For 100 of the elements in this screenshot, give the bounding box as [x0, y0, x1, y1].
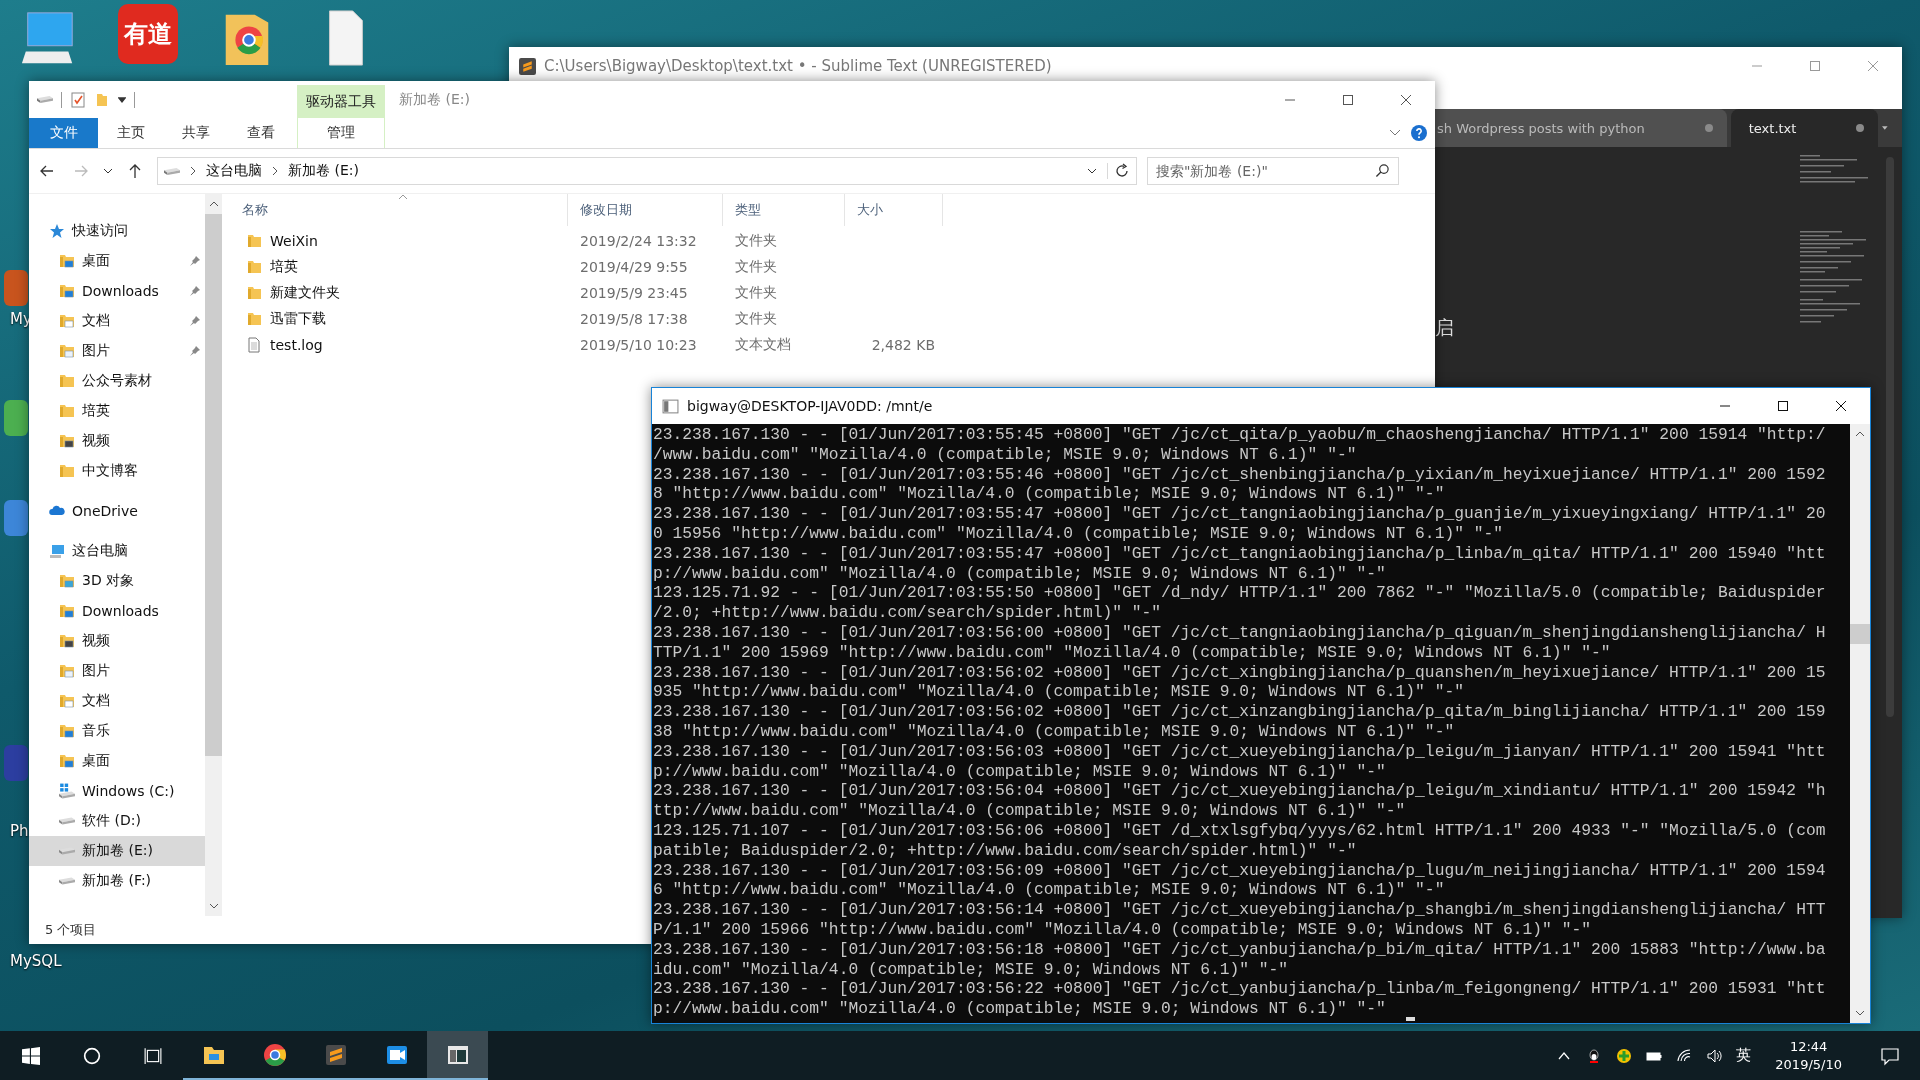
file-menu-tab[interactable]: 文件 — [29, 118, 98, 148]
terminal-line: 23.238.167.130 - - [01/Jun/2017:03:55:45 +0800] "GET /jc/ct_qita/p_yaobu/m_chaoshengjiancha/ HTTP/1.1" 200 15914 "http:/ — [653, 425, 1827, 445]
breadcrumb-item[interactable]: 这台电脑 — [206, 162, 262, 180]
caret-icon[interactable] — [118, 96, 126, 103]
terminal-line: 8 "http://www.baidu.com" "Mozilla/4.0 (compatible; MSIE 9.0; Windows NT 6.1)" "-" — [653, 484, 1446, 505]
chevron-down-icon[interactable] — [103, 168, 113, 174]
nav-item[interactable]: 新加卷 (F:) — [29, 866, 205, 896]
file-name: 新建文件夹 — [270, 284, 340, 302]
table-cell-text: 文件夹 — [734, 232, 778, 250]
scrollbar-thumb[interactable] — [1850, 624, 1870, 644]
search-field[interactable]: 搜索"新加卷 (E:)" — [1147, 157, 1399, 185]
terminal-line: 23.238.167.130 - - [01/Jun/2017:03:56:22 +0800] "GET /jc/ct_yanbujiancha/p_linba/m_feigongneng/ HTTP/1.1" 200 15931 "htt — [653, 979, 1827, 1000]
nav-item[interactable]: 3D 对象 — [29, 566, 205, 596]
table-cell-text: 文件夹 — [734, 284, 778, 302]
terminal-line: 23.238.167.130 - - [01/Jun/2017:03:56:04 +0800] "GET /jc/ct_xueyebingjiancha/p_leigu/m_xindiantu/ HTTP/1.1" 200 15942 "h — [653, 781, 1827, 802]
window-title: bigway@DESKTOP-IJAV0DD: /mnt/e — [687, 398, 933, 414]
nav-item[interactable]: 图片 — [29, 656, 205, 686]
folder-icon — [59, 253, 75, 269]
terminal-line: 123.125.71.107 - - [01/Jun/2017:03:56:06 +0800] "GET /d_xtxlsgfybq/yyys/62.html HTTP/1.1" 200 4933 "-" "Mozilla/5.0 (com — [653, 820, 1827, 841]
refresh-icon[interactable] — [1107, 163, 1130, 179]
nav-item[interactable]: 新加卷 (E:) — [29, 836, 205, 866]
nav-item[interactable]: 桌面 — [29, 746, 205, 776]
terminal-icon — [662, 397, 679, 415]
file-row[interactable]: 培英 2019/4/29 9:55 文件夹 — [230, 256, 1435, 278]
terminal-line: 38 "http://www.baidu.com" "Mozilla/4.0 (compatible; MSIE 9.0; Windows NT 6.1)" "-" — [653, 721, 1456, 742]
column-header[interactable]: 类型 — [723, 194, 845, 226]
folder-icon — [59, 403, 75, 419]
terminal-line: 0 15956 "http://www.baidu.com" "Mozilla/4.0 (compatible; MSIE 9.0; Windows NT 6.1)" "-" — [653, 524, 1505, 544]
drive-icon — [164, 167, 180, 175]
folder-icon — [246, 233, 262, 249]
nav-item[interactable]: 音乐 — [29, 716, 205, 746]
terminal-line: p://www.baidu.com" "Mozilla/4.0 (compatible; MSIE 9.0; Windows NT 6.1)" "-" — [653, 563, 1387, 584]
nav-item[interactable]: 快速访问 — [29, 216, 205, 246]
notification-icon[interactable] — [1880, 1045, 1900, 1066]
nav-item[interactable]: 桌面 — [29, 246, 205, 276]
checkmark-icon[interactable] — [70, 91, 86, 108]
dictionary-app-icon[interactable]: 有道 — [118, 4, 178, 64]
table-cell-text: 文件夹 — [734, 310, 778, 328]
taskbar-app-button[interactable] — [427, 1031, 488, 1080]
nav-item[interactable]: 培英 — [29, 396, 205, 426]
terminal-line: 123.125.71.92 - - [01/Jun/2017:03:55:50 +0800] "GET /d_ndy/ HTTP/1.1" 200 7862 "-" "Mozilla/5.0 (compatible; Baiduspider — [653, 583, 1827, 604]
desktop-icon-label: Ph — [10, 822, 29, 840]
table-cell-text: 2019/2/24 13:32 — [579, 233, 698, 249]
pin-icon — [189, 285, 201, 297]
help-icon[interactable] — [1411, 125, 1427, 141]
ribbon-tab[interactable]: 管理 — [297, 118, 385, 148]
scrollbar-thumb[interactable] — [205, 214, 222, 756]
terminal-line: 23.238.167.130 - - [01/Jun/2017:03:56:03 +0800] "GET /jc/ct_xueyebingjiancha/p_leigu/m_jianyan/ HTTP/1.1" 200 15941 "htt — [653, 741, 1827, 762]
terminal-line: 23.238.167.130 - - [01/Jun/2017:03:56:14 +0800] "GET /jc/ct_xueyebingjiancha/p_shangbi/m_shenjingdianshenglijiancha/ HTT — [653, 900, 1827, 920]
nav-item[interactable]: 软件 (D:) — [29, 806, 205, 836]
nav-item[interactable]: 这台电脑 — [29, 536, 205, 566]
nav-item[interactable]: Windows (C:) — [29, 776, 205, 806]
ribbon-tab[interactable]: 共享 — [163, 118, 228, 148]
folder-icon — [59, 463, 75, 479]
editor-tab[interactable]: text.txt — [1730, 109, 1879, 147]
column-header[interactable]: 名称 — [230, 194, 568, 226]
ribbon-tab[interactable]: 查看 — [228, 118, 293, 148]
terminal-line: 23.238.167.130 - - [01/Jun/2017:03:55:47 +0800] "GET /jc/ct_tangniaobingjiancha/p_guanjie/m_yixueyingxiang/ HTTP/1.1" 20 — [653, 504, 1827, 524]
file-row[interactable]: 新建文件夹 2019/5/9 23:45 文件夹 — [230, 282, 1435, 304]
address-bar[interactable]: 这台电脑 新加卷 (E:) — [157, 157, 1137, 185]
nav-item[interactable]: 文档 — [29, 306, 205, 336]
nav-item[interactable]: 图片 — [29, 336, 205, 366]
terminal-line: P/1.1" 200 15966 "http://www.baidu.com" "Mozilla/4.0 (compatible; MSIE 9.0; Windows NT 6.1)" "-" — [653, 919, 1592, 940]
volume-icon[interactable] — [1706, 1047, 1723, 1064]
nav-item[interactable]: 中文博客 — [29, 456, 205, 486]
unsaved-dot-icon — [1856, 124, 1865, 132]
file-row[interactable]: WeiXin 2019/2/24 13:32 文件夹 — [230, 230, 1435, 252]
windows-logo-icon — [21, 1046, 40, 1065]
app-logo-icon — [323, 1042, 348, 1067]
terminal-line: idu.com" "Mozilla/4.0 (compatible; MSIE 9.0; Windows NT 6.1)" "-" — [653, 959, 1290, 980]
nav-item[interactable]: 文档 — [29, 686, 205, 716]
status-bar-text: 5 个项目 — [45, 921, 97, 939]
column-header[interactable]: 大小 — [845, 194, 943, 226]
editor-tab[interactable]: sh Wordpress posts with python — [1435, 109, 1727, 147]
file-row[interactable]: 迅雷下载 2019/5/8 17:38 文件夹 — [230, 308, 1435, 330]
chevron-down-icon[interactable] — [1087, 168, 1097, 174]
folder-icon — [59, 373, 75, 389]
plus-badge-icon[interactable] — [1616, 1047, 1633, 1064]
nav-item[interactable]: Downloads — [29, 596, 205, 626]
terminal-line: 23.238.167.130 - - [01/Jun/2017:03:56:09 +0800] "GET /jc/ct_xueyebingjiancha/p_lugu/m_neijingjiancha/ HTTP/1.1" 200 1594 — [653, 860, 1827, 881]
window-title: C:\Users\Bigway\Desktop\text.txt • - Sublime Text (UNREGISTERED) — [544, 57, 1052, 75]
nav-item[interactable]: OneDrive — [29, 496, 205, 526]
dropdown-triangle-icon[interactable] — [1882, 124, 1888, 132]
ribbon-tab[interactable]: 主页 — [98, 118, 163, 148]
folder-icon — [59, 603, 75, 619]
nav-item[interactable]: Downloads — [29, 276, 205, 306]
folder-icon — [59, 343, 75, 359]
wifi-icon[interactable] — [1676, 1047, 1693, 1064]
file-row[interactable]: test.log 2019/5/10 10:23 文本文档 2,482 KB — [230, 334, 1435, 356]
nav-item[interactable]: 视频 — [29, 426, 205, 456]
chevron-right-icon — [272, 166, 278, 176]
text-file-icon — [246, 337, 262, 353]
clock[interactable]: 12:44 2019/5/10 — [1765, 1037, 1852, 1074]
column-header[interactable]: 修改日期 — [568, 194, 723, 226]
folder-icon — [59, 723, 75, 739]
nav-item[interactable]: 视频 — [29, 626, 205, 656]
breadcrumb-item[interactable]: 新加卷 (E:) — [288, 162, 359, 180]
input-method-indicator[interactable]: 英 — [1736, 1046, 1752, 1065]
nav-item[interactable]: 公众号素材 — [29, 366, 205, 396]
table-cell-text: 2019/4/29 9:55 — [579, 259, 689, 275]
